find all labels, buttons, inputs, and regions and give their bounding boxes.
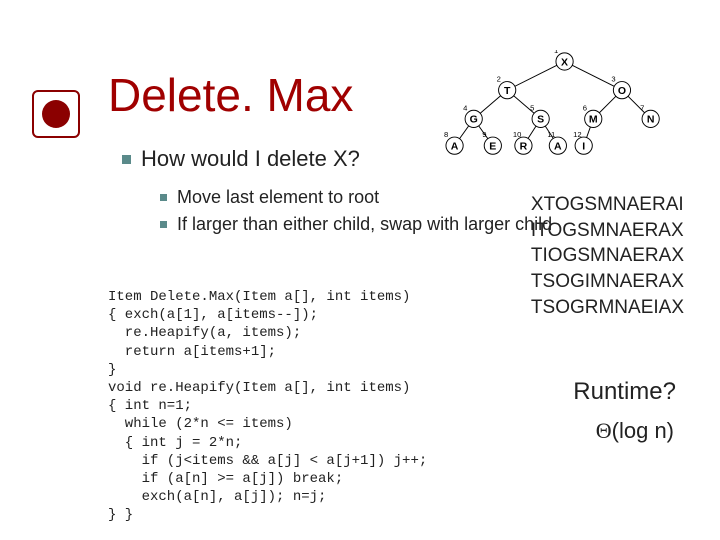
svg-text:G: G [470,114,478,126]
heap-state-5: TSOGRMNAEIAX [531,295,684,321]
heap-state-2: ITOGSMNAERAX [531,218,684,244]
svg-text:1: 1 [554,50,558,55]
svg-text:I: I [582,140,585,152]
svg-text:10: 10 [513,130,522,139]
svg-text:6: 6 [583,103,587,112]
svg-text:A: A [554,140,562,152]
university-logo [32,90,80,138]
svg-text:O: O [618,85,626,97]
svg-text:5: 5 [530,103,534,112]
theta-symbol: Θ [596,418,612,443]
complexity-answer: Θ(log n) [596,418,674,444]
complexity-text: (log n) [612,418,674,443]
code-block: Item Delete.Max(Item a[], int items) { e… [108,288,427,524]
svg-text:8: 8 [444,130,448,139]
heap-state-3: TIOGSMNAERAX [531,243,684,269]
svg-text:E: E [489,140,496,152]
svg-text:9: 9 [482,130,486,139]
slide-title: Delete. Max [108,68,353,122]
svg-text:M: M [589,114,598,126]
svg-text:11: 11 [547,130,555,139]
heap-tree-diagram: X1T2O3G4S5M6N7A8E9R10A11I12 [410,50,700,160]
sub-bullet-list: Move last element to root If larger than… [160,186,552,241]
svg-text:4: 4 [463,103,468,112]
sub-bullet-1: Move last element to root [160,186,552,209]
svg-text:A: A [451,140,459,152]
bullet-icon [160,194,167,201]
svg-text:N: N [647,114,655,126]
svg-text:3: 3 [611,75,615,84]
sub-bullet-2-text: If larger than either child, swap with l… [177,213,552,236]
svg-text:T: T [504,85,511,97]
logo-circle [42,100,70,128]
heap-state-list: XTOGSMNAERAI ITOGSMNAERAX TIOGSMNAERAX T… [531,192,684,320]
bullet-icon [122,155,131,164]
sub-bullet-2: If larger than either child, swap with l… [160,213,552,236]
svg-text:12: 12 [573,130,582,139]
svg-text:7: 7 [640,103,644,112]
runtime-question: Runtime? [573,378,676,406]
heap-state-4: TSOGIMNAERAX [531,269,684,295]
main-bullet: How would I delete X? [122,146,360,172]
svg-text:X: X [561,56,568,68]
svg-text:R: R [520,140,528,152]
svg-text:S: S [537,114,544,126]
main-bullet-text: How would I delete X? [141,146,360,172]
bullet-icon [160,221,167,228]
heap-state-1: XTOGSMNAERAI [531,192,684,218]
sub-bullet-1-text: Move last element to root [177,186,379,209]
svg-text:2: 2 [497,75,501,84]
